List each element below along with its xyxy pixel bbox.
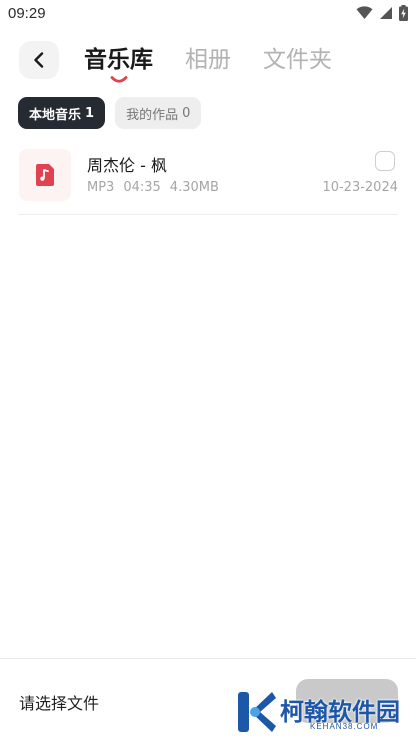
tab-label: 文件夹 <box>263 47 332 73</box>
tab-active-indicator <box>110 76 127 83</box>
watermark-domain: KEHAN38.COM <box>310 722 379 731</box>
chevron-left-icon <box>34 52 44 68</box>
file-duration: 04:35 <box>123 180 161 195</box>
watermark: 柯翰软件园 KEHAN38.COM <box>236 688 412 736</box>
tab-folder[interactable]: 文件夹 <box>263 42 332 80</box>
tab-label: 相册 <box>185 47 231 73</box>
filter-chips: 本地音乐 1 我的作品 0 <box>18 97 202 129</box>
tab-music-library[interactable]: 音乐库 <box>84 42 153 83</box>
filter-label: 本地音乐 <box>29 107 82 123</box>
filter-my-works[interactable]: 我的作品 0 <box>115 97 202 129</box>
file-meta: MP3 04:35 4.30MB <box>87 180 219 195</box>
file-list-item[interactable]: 周杰伦 - 枫 MP3 04:35 4.30MB 10-23-2024 <box>18 146 398 215</box>
tab-album[interactable]: 相册 <box>185 42 231 80</box>
watermark-logo <box>238 692 276 732</box>
file-title: 周杰伦 - 枫 <box>87 156 167 175</box>
status-time: 09:29 <box>8 5 46 22</box>
back-button[interactable] <box>19 41 59 79</box>
select-file-prompt: 请选择文件 <box>19 694 100 713</box>
status-icons <box>356 5 408 21</box>
file-size: 4.30MB <box>169 180 219 195</box>
status-bar: 09:29 <box>0 0 416 30</box>
file-select-checkbox[interactable] <box>375 151 395 171</box>
filter-local-music[interactable]: 本地音乐 1 <box>18 97 106 129</box>
tab-label: 音乐库 <box>84 47 153 73</box>
header: 音乐库 相册 文件夹 <box>0 36 416 86</box>
wifi-icon <box>356 6 373 19</box>
cellular-signal-icon <box>380 7 392 19</box>
file-format: MP3 <box>87 180 115 195</box>
tab-bar: 音乐库 相册 文件夹 <box>84 42 332 83</box>
filter-label: 我的作品 <box>126 107 179 123</box>
battery-charging-icon <box>399 5 408 21</box>
filter-count: 1 <box>85 105 95 121</box>
music-file-icon <box>36 164 54 186</box>
filter-count: 0 <box>182 105 191 121</box>
file-thumbnail <box>19 149 71 201</box>
file-date: 10-23-2024 <box>322 180 398 195</box>
